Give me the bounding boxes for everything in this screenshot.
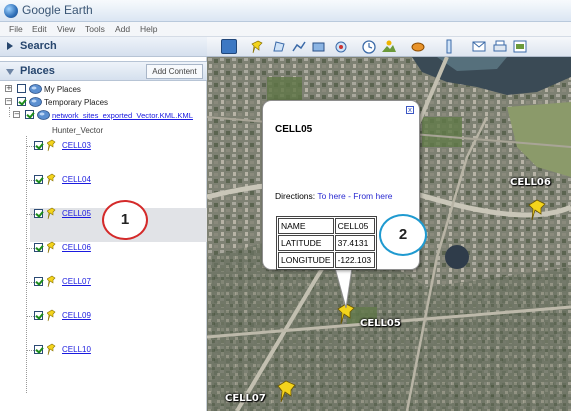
my-places-checkbox[interactable] [17,84,26,93]
my-places-folder-icon [29,84,42,94]
pushpin-icon [47,207,56,220]
callout-1: 1 [102,200,148,240]
tree-item-cell06[interactable]: CELL06 [62,241,91,254]
table-row: LATITUDE 37.4131 [278,235,375,251]
callout-2: 2 [379,214,427,256]
pushpin-icon [47,173,56,186]
print-icon[interactable] [492,39,508,54]
tree-item-folder[interactable]: Hunter_Vector [52,124,103,137]
tree-guide [26,248,34,249]
menu-file[interactable]: File [9,24,23,34]
polygon-icon[interactable] [271,39,287,54]
directions-to-here-link[interactable]: To here [317,191,345,201]
tree-guide [26,180,34,181]
places-tree: + My Places − Temporary Places − network… [0,83,207,411]
table-key: NAME [278,218,334,234]
tree-guide [26,316,34,317]
balloon-pointer [334,268,353,309]
cell10-checkbox[interactable] [34,345,43,354]
table-value: CELL05 [334,218,375,234]
add-content-button[interactable]: Add Content [146,64,203,79]
balloon-title: CELL05 [275,124,313,135]
expand-right-icon [7,42,13,50]
historical-imagery-icon[interactable] [361,39,377,54]
table-key: LONGITUDE [278,252,334,268]
tree-item-cell10[interactable]: CELL10 [62,343,91,356]
map-toolbar [207,37,571,57]
title-bar: Google Earth [0,0,571,22]
kml-file-icon [37,110,50,120]
tree-item-cell09[interactable]: CELL09 [62,309,91,322]
attribute-table: NAME CELL05 LATITUDE 37.4131 LONGITUDE -… [276,216,377,270]
table-value: -122.103 [334,252,375,268]
places-panel-header[interactable]: Places Add Content [0,61,207,81]
map-label-cell05[interactable]: CELL05 [360,318,401,329]
tree-guide [26,214,34,215]
table-row: LONGITUDE -122.103 [278,252,375,268]
ruler-icon[interactable] [441,39,457,54]
pushpin-icon [47,139,56,152]
table-key: LATITUDE [278,235,334,251]
temporary-places-folder-icon [29,97,42,107]
collapse-kml-icon[interactable]: − [13,111,20,118]
expand-my-places-icon[interactable]: + [5,85,12,92]
search-panel-header[interactable]: Search [0,37,207,57]
sunlight-icon[interactable] [381,39,397,54]
cell07-checkbox[interactable] [34,277,43,286]
tree-item-temporary-places[interactable]: Temporary Places [44,96,108,109]
menu-help[interactable]: Help [140,24,157,34]
collapse-temporary-places-icon[interactable]: − [5,98,12,105]
sidebar-toggle-icon[interactable] [221,39,237,54]
tree-guide [26,350,34,351]
planets-icon[interactable] [410,39,426,54]
cell09-checkbox[interactable] [34,311,43,320]
temporary-places-checkbox[interactable] [17,97,26,106]
map-label-cell06[interactable]: CELL06 [510,177,551,188]
menu-edit[interactable]: Edit [32,24,47,34]
app-title: Google Earth [22,3,93,17]
menu-view[interactable]: View [57,24,75,34]
tree-guide [26,136,27,393]
places-panel-label: Places [20,65,55,77]
cell04-checkbox[interactable] [34,175,43,184]
directions-from-here-link[interactable]: From here [353,191,392,201]
pushpin-icon [47,309,56,322]
table-value: 37.4131 [334,235,375,251]
map-label-cell07[interactable]: CELL07 [225,393,266,404]
email-icon[interactable] [471,39,487,54]
save-image-icon[interactable] [512,39,528,54]
tree-item-my-places[interactable]: My Places [44,83,81,96]
pushpin-icon [47,275,56,288]
tree-item-cell05[interactable]: CELL05 [62,207,91,220]
tree-item-kml-file[interactable]: network_sites_exported_Vector.KML.KML [52,109,193,122]
record-tour-icon[interactable] [333,39,349,54]
tree-guide [9,107,10,117]
tree-item-cell03[interactable]: CELL03 [62,139,91,152]
google-earth-logo-icon [4,4,18,18]
table-row: NAME CELL05 [278,218,375,234]
tree-item-cell07[interactable]: CELL07 [62,275,91,288]
menu-tools[interactable]: Tools [85,24,105,34]
pushpin-icon [47,343,56,356]
collapse-down-icon [6,69,14,75]
cell05-checkbox[interactable] [34,209,43,218]
tree-guide [26,282,34,283]
cell06-checkbox[interactable] [34,243,43,252]
search-panel-label: Search [20,40,57,52]
tree-guide [26,146,34,147]
directions-prefix: Directions: [275,191,316,201]
overlay-icon[interactable] [311,39,327,54]
placemark-icon[interactable] [250,39,266,54]
tree-item-cell04[interactable]: CELL04 [62,173,91,186]
path-icon[interactable] [291,39,307,54]
kml-checkbox[interactable] [25,110,34,119]
cell03-checkbox[interactable] [34,141,43,150]
menu-bar: File Edit View Tools Add Help [0,22,571,37]
close-icon[interactable]: x [406,106,414,114]
pushpin-icon [47,241,56,254]
directions-text: Directions: To here - From here [275,191,415,202]
menu-add[interactable]: Add [115,24,130,34]
